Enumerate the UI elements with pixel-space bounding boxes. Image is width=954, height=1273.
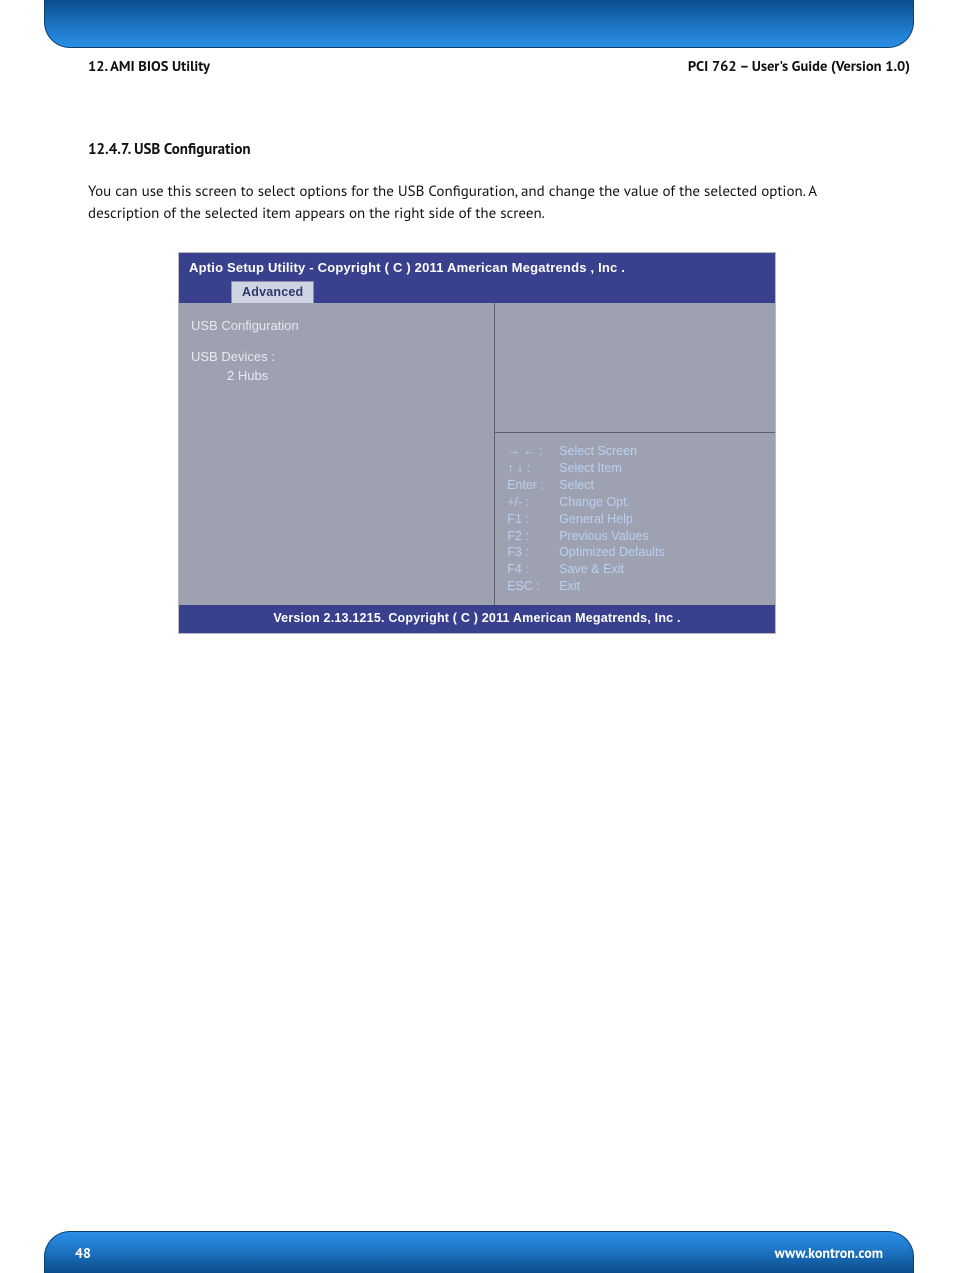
bios-title-text: Aptio Setup Utility - Copyright ( C ) 20… bbox=[189, 260, 765, 275]
bios-help-keys: → ← : Select Screen ↑ ↓ : Select Item Ente… bbox=[495, 433, 775, 605]
help-key: F3 : bbox=[507, 544, 553, 561]
help-row: F2 : Previous Values bbox=[507, 528, 765, 545]
help-val: Save & Exit bbox=[559, 561, 624, 578]
bios-right-panel: → ← : Select Screen ↑ ↓ : Select Item Ente… bbox=[495, 303, 775, 605]
help-row: ESC : Exit bbox=[507, 578, 765, 595]
footer-site: www.kontron.com bbox=[775, 1244, 883, 1262]
bios-window: Aptio Setup Utility - Copyright ( C ) 20… bbox=[178, 252, 776, 634]
bios-devices-label: USB Devices : bbox=[191, 348, 482, 367]
help-val: Previous Values bbox=[559, 528, 648, 545]
bios-help-spacer bbox=[495, 303, 775, 433]
help-key: ↑ ↓ : bbox=[507, 460, 553, 477]
bios-body: USB Configuration USB Devices : 2 Hubs →… bbox=[179, 303, 775, 605]
document-page: 12. AMI BIOS Utility PCI 762 – User's Gu… bbox=[0, 0, 954, 1273]
help-val: Select Item bbox=[559, 460, 622, 477]
help-key: ESC : bbox=[507, 578, 553, 595]
help-key: F2 : bbox=[507, 528, 553, 545]
bios-tab-advanced[interactable]: Advanced bbox=[231, 281, 314, 303]
page-footer-bar: 48 www.kontron.com bbox=[44, 1231, 914, 1273]
help-val: Change Opt. bbox=[559, 494, 630, 511]
help-row: F3 : Optimized Defaults bbox=[507, 544, 765, 561]
help-row: F4 : Save & Exit bbox=[507, 561, 765, 578]
help-val: Select bbox=[559, 477, 594, 494]
help-row: +/- : Change Opt. bbox=[507, 494, 765, 511]
help-key: F4 : bbox=[507, 561, 553, 578]
bios-left-heading: USB Configuration bbox=[191, 317, 482, 336]
help-row: Enter : Select bbox=[507, 477, 765, 494]
bios-screenshot: Aptio Setup Utility - Copyright ( C ) 20… bbox=[178, 252, 776, 634]
section-paragraph: You can use this screen to select option… bbox=[88, 181, 866, 225]
header-left: 12. AMI BIOS Utility bbox=[88, 57, 210, 76]
help-row: → ← : Select Screen bbox=[507, 443, 765, 460]
running-header: 12. AMI BIOS Utility PCI 762 – User's Gu… bbox=[88, 57, 910, 76]
header-right: PCI 762 – User's Guide (Version 1.0) bbox=[688, 57, 910, 76]
bios-titlebar: Aptio Setup Utility - Copyright ( C ) 20… bbox=[179, 253, 775, 303]
help-row: ↑ ↓ : Select Item bbox=[507, 460, 765, 477]
page-number: 48 bbox=[75, 1244, 91, 1262]
bios-tab-row: Advanced bbox=[189, 281, 765, 303]
help-val: General Help bbox=[559, 511, 633, 528]
content-area: 12.4.7. USB Configuration You can use th… bbox=[88, 140, 866, 225]
help-key: F1 : bbox=[507, 511, 553, 528]
help-val: Exit bbox=[559, 578, 580, 595]
bios-footer-bar: Version 2.13.1215. Copyright ( C ) 2011 … bbox=[179, 605, 775, 633]
help-val: Optimized Defaults bbox=[559, 544, 665, 561]
help-key: Enter : bbox=[507, 477, 553, 494]
bios-left-panel: USB Configuration USB Devices : 2 Hubs bbox=[179, 303, 495, 605]
help-key: → ← : bbox=[507, 443, 553, 460]
help-key: +/- : bbox=[507, 494, 553, 511]
top-decorative-bar bbox=[44, 0, 914, 48]
help-row: F1 : General Help bbox=[507, 511, 765, 528]
section-heading: 12.4.7. USB Configuration bbox=[88, 140, 866, 159]
bios-devices-value: 2 Hubs bbox=[191, 367, 482, 386]
help-val: Select Screen bbox=[559, 443, 637, 460]
